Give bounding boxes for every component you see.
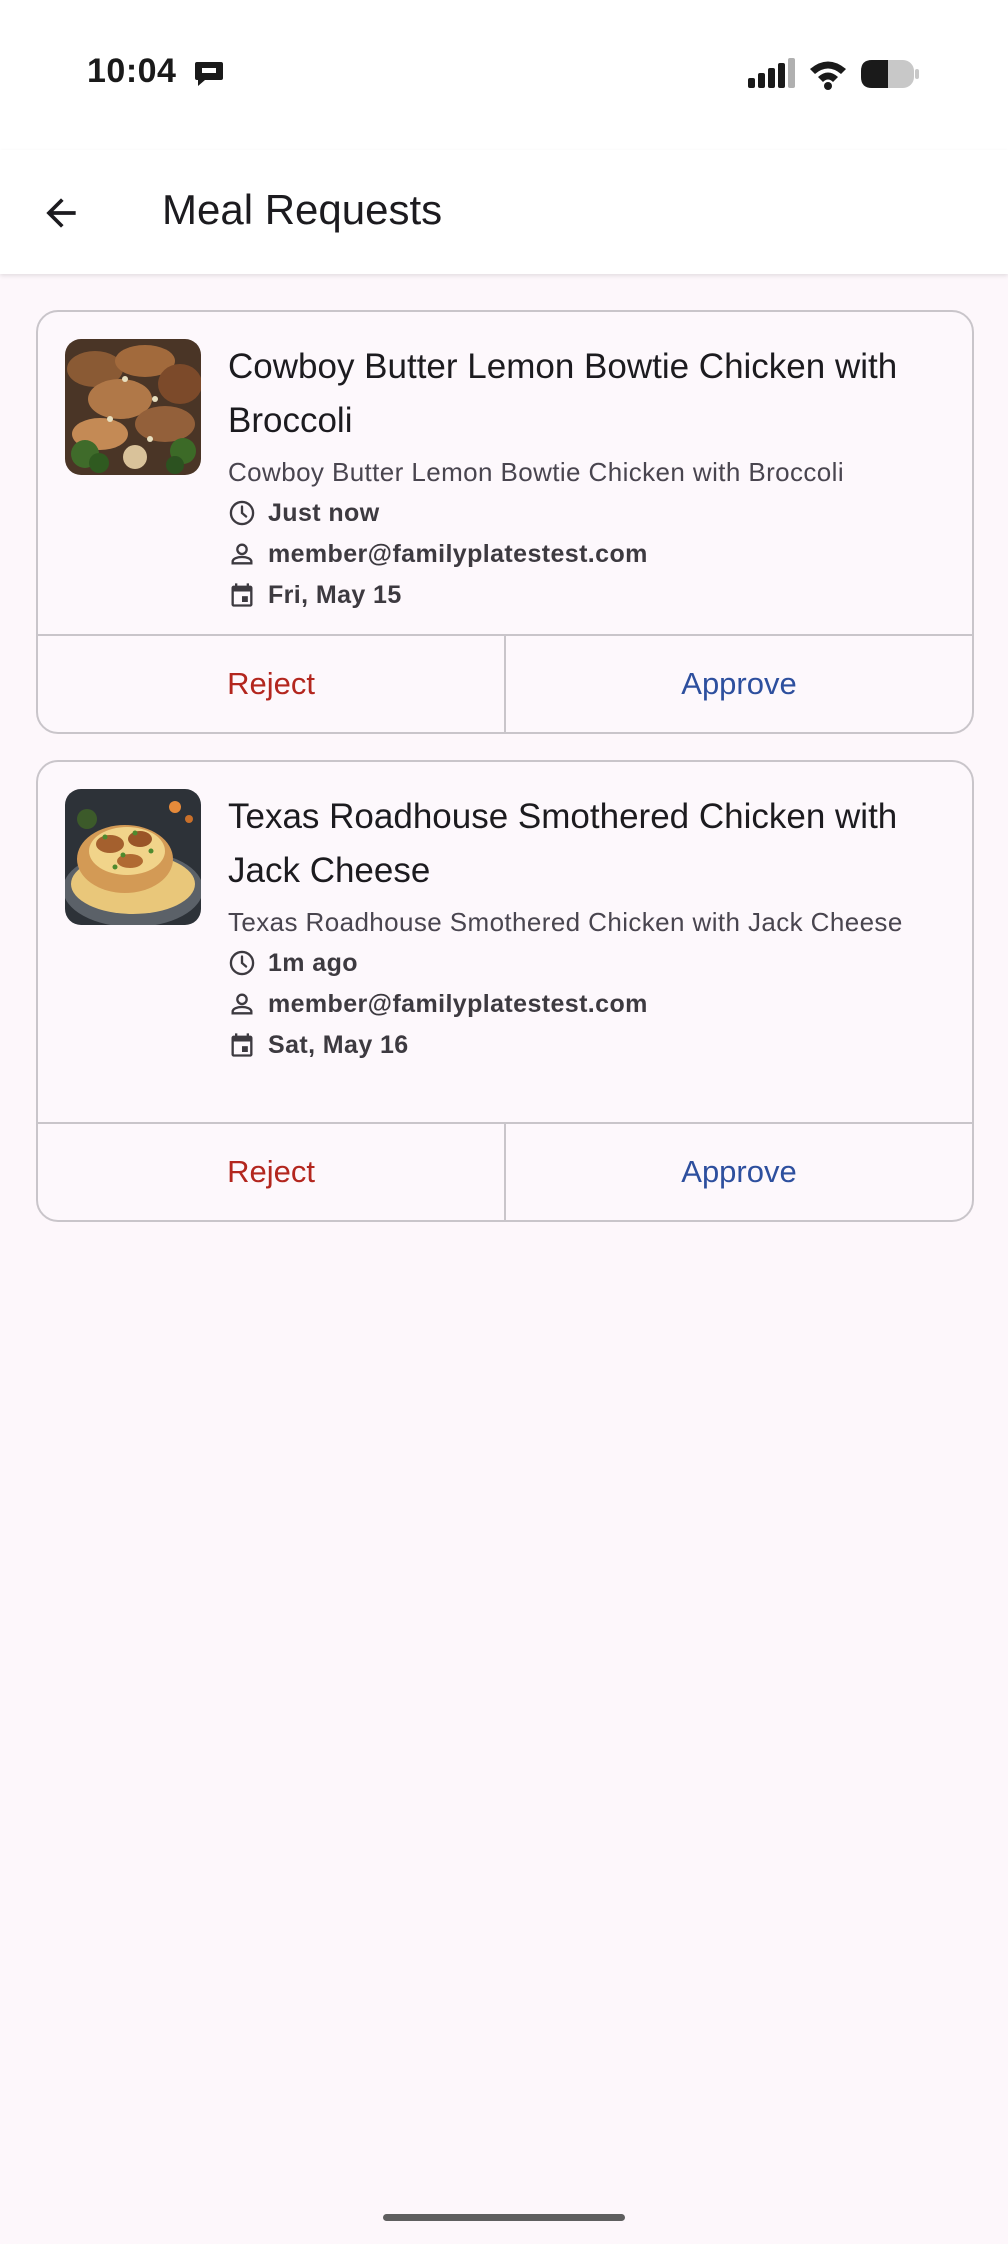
requested-time: Just now	[268, 498, 380, 527]
gesture-handle[interactable]	[383, 2214, 625, 2221]
clock-icon	[228, 499, 256, 527]
meal-info: Cowboy Butter Lemon Bowtie Chicken with …	[228, 340, 948, 613]
meal-title: Texas Roadhouse Smothered Chicken with J…	[228, 797, 898, 890]
approve-button[interactable]: Approve	[506, 636, 972, 732]
meal-description: Cowboy Butter Lemon Bowtie Chicken with …	[228, 457, 845, 487]
requested-time-row: 1m ago	[228, 945, 948, 981]
person-icon	[228, 540, 256, 568]
reject-button[interactable]: Reject	[38, 1124, 506, 1220]
person-icon	[228, 990, 256, 1018]
battery-icon	[860, 59, 920, 89]
page-title: Meal Requests	[162, 186, 443, 233]
date-row: Sat, May 16	[228, 1027, 948, 1063]
approve-button[interactable]: Approve	[506, 1124, 972, 1220]
status-bar: 10:04	[0, 0, 1008, 150]
signal-icon	[748, 58, 798, 90]
app-bar: Meal Requests	[0, 150, 1008, 274]
card-actions: Reject Approve	[38, 1122, 972, 1220]
reject-button[interactable]: Reject	[38, 636, 506, 732]
clock-icon	[228, 949, 256, 977]
member-email: member@familyplatestest.com	[268, 539, 648, 568]
requested-date: Sat, May 16	[268, 1030, 409, 1059]
member-email: member@familyplatestest.com	[268, 989, 648, 1018]
requested-date: Fri, May 15	[268, 580, 402, 609]
meal-description: Texas Roadhouse Smothered Chicken with J…	[228, 907, 903, 937]
calendar-icon	[228, 581, 256, 609]
requested-time-row: Just now	[228, 495, 948, 531]
calendar-icon	[228, 1031, 256, 1059]
card-actions: Reject Approve	[38, 634, 972, 732]
meal-request-body[interactable]: Texas Roadhouse Smothered Chicken with J…	[38, 762, 972, 1122]
meal-request-card: Texas Roadhouse Smothered Chicken with J…	[36, 760, 974, 1222]
wifi-icon	[808, 58, 848, 90]
back-button[interactable]	[28, 180, 94, 246]
requested-time: 1m ago	[268, 948, 358, 977]
message-icon	[194, 60, 224, 88]
member-row: member@familyplatestest.com	[228, 536, 948, 572]
meal-request-card: Cowboy Butter Lemon Bowtie Chicken with …	[36, 310, 974, 734]
status-time: 10:04	[87, 52, 177, 90]
meal-thumbnail	[65, 339, 201, 475]
member-row: member@familyplatestest.com	[228, 986, 948, 1022]
meal-thumbnail	[65, 789, 201, 925]
meal-request-body[interactable]: Cowboy Butter Lemon Bowtie Chicken with …	[38, 312, 972, 634]
date-row: Fri, May 15	[228, 577, 948, 613]
meal-info: Texas Roadhouse Smothered Chicken with J…	[228, 790, 948, 1063]
meal-title: Cowboy Butter Lemon Bowtie Chicken with …	[228, 347, 898, 440]
arrow-back-icon	[46, 198, 76, 228]
